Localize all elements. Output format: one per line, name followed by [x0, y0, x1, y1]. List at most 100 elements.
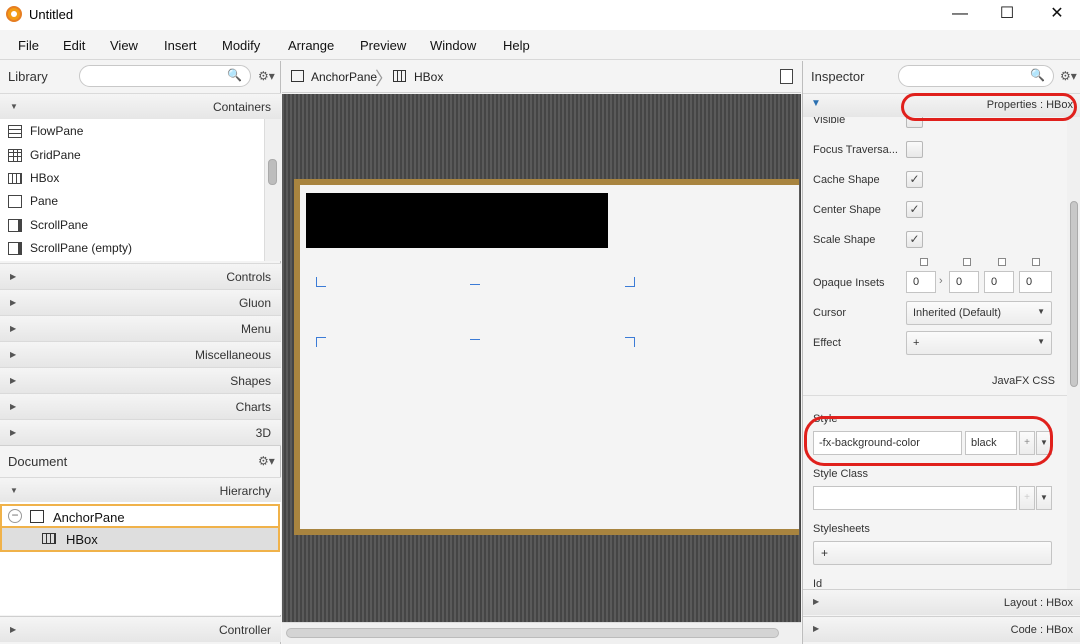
- menu-window[interactable]: Window: [430, 38, 476, 53]
- section-containers[interactable]: ▼ Containers: [0, 93, 281, 119]
- expand-triangle-icon: ▶: [10, 272, 17, 281]
- resize-handle[interactable]: [470, 277, 480, 285]
- inset-link-checkbox[interactable]: [998, 258, 1006, 266]
- menu-help[interactable]: Help: [503, 38, 530, 53]
- inspector-search-input[interactable]: 🔍: [898, 65, 1054, 87]
- style-value-field[interactable]: black: [965, 431, 1017, 455]
- document-icon[interactable]: [780, 69, 793, 84]
- cache-shape-checkbox[interactable]: ✓: [906, 171, 923, 188]
- section-hierarchy[interactable]: ▼ Hierarchy: [0, 477, 281, 503]
- effect-select[interactable]: + ▼: [906, 331, 1052, 355]
- document-title: Document: [8, 454, 68, 469]
- inset-right-field[interactable]: 0: [949, 271, 979, 293]
- menu-insert[interactable]: Insert: [164, 38, 197, 53]
- id-label: Id: [813, 578, 823, 589]
- inspector-title: Inspector: [811, 69, 865, 84]
- javafx-css-section-label: JavaFX CSS: [992, 375, 1055, 387]
- visible-checkbox[interactable]: [906, 117, 923, 128]
- minimize-button[interactable]: —: [937, 0, 983, 30]
- library-item-scrollpane[interactable]: ScrollPane: [8, 215, 258, 235]
- menu-edit[interactable]: Edit: [63, 38, 85, 53]
- cursor-label: Cursor: [813, 307, 847, 319]
- library-item-flowpane[interactable]: FlowPane: [8, 121, 258, 141]
- menu-preview[interactable]: Preview: [360, 38, 406, 53]
- breadcrumb-anchorpane[interactable]: AnchorPane: [311, 70, 377, 84]
- hierarchy-item-anchorpane[interactable]: − AnchorPane: [0, 504, 280, 528]
- library-item-label: ScrollPane (empty): [30, 241, 133, 255]
- section-properties[interactable]: ▼ Properties : HBox: [803, 93, 1080, 117]
- chevron-down-icon: ▼: [1037, 307, 1045, 316]
- collapse-icon[interactable]: −: [8, 509, 22, 523]
- section-code[interactable]: ▶ Code : HBox: [803, 616, 1080, 642]
- library-search-input[interactable]: 🔍: [79, 65, 251, 87]
- add-style-class-button[interactable]: +: [1019, 486, 1035, 510]
- inset-link-checkbox[interactable]: [920, 258, 928, 266]
- document-gear-icon[interactable]: ⚙▾: [258, 454, 275, 468]
- menu-file[interactable]: File: [18, 38, 39, 53]
- library-gear-icon[interactable]: ⚙▾: [258, 69, 275, 83]
- section-miscellaneous[interactable]: ▶ Miscellaneous: [0, 341, 281, 367]
- maximize-button[interactable]: ☐: [984, 0, 1030, 30]
- inset-link-checkbox[interactable]: [1032, 258, 1040, 266]
- resize-handle[interactable]: [625, 277, 635, 287]
- library-header: Library 🔍 ⚙▾: [0, 61, 281, 93]
- library-item-pane[interactable]: Pane: [8, 191, 258, 211]
- menu-view[interactable]: View: [110, 38, 138, 53]
- add-style-button[interactable]: +: [1019, 431, 1035, 455]
- title-bar: Untitled — ☐ ✕: [0, 0, 1080, 30]
- menu-modify[interactable]: Modify: [222, 38, 260, 53]
- section-gluon[interactable]: ▶ Gluon: [0, 289, 281, 315]
- inset-left-field[interactable]: 0: [1019, 271, 1052, 293]
- style-menu-chevron-icon[interactable]: ▼: [1036, 431, 1052, 455]
- stylesheets-label: Stylesheets: [813, 523, 870, 535]
- inspector-gear-icon[interactable]: ⚙▾: [1060, 69, 1077, 83]
- expand-triangle-icon: ▶: [10, 428, 17, 437]
- canvas-scroll-thumb[interactable]: [286, 628, 779, 638]
- hbox-node[interactable]: [306, 193, 608, 248]
- section-label: 3D: [255, 426, 271, 440]
- library-item-label: Pane: [30, 194, 59, 208]
- canvas-horizontal-scrollbar[interactable]: [282, 622, 801, 644]
- breadcrumb-hbox[interactable]: HBox: [414, 70, 443, 84]
- style-property-field[interactable]: -fx-background-color: [813, 431, 962, 455]
- section-controls[interactable]: ▶ Controls: [0, 263, 281, 289]
- section-shapes[interactable]: ▶ Shapes: [0, 367, 281, 393]
- resize-handle[interactable]: [625, 337, 635, 347]
- close-button[interactable]: ✕: [1034, 0, 1080, 30]
- inspector-scrollbar[interactable]: [1067, 117, 1080, 589]
- resize-handle[interactable]: [470, 339, 480, 347]
- section-controller[interactable]: ▶ Controller: [0, 616, 281, 642]
- inset-top-field[interactable]: 0: [906, 271, 936, 293]
- inset-link-checkbox[interactable]: [963, 258, 971, 266]
- cursor-select[interactable]: Inherited (Default) ▼: [906, 301, 1052, 325]
- section-3d[interactable]: ▶ 3D: [0, 419, 281, 445]
- add-stylesheet-button[interactable]: +: [813, 541, 1052, 565]
- scale-shape-checkbox[interactable]: ✓: [906, 231, 923, 248]
- library-item-label: HBox: [30, 171, 60, 185]
- library-item-scrollpane-empty[interactable]: ScrollPane (empty): [8, 238, 258, 258]
- inset-bottom-field[interactable]: 0: [984, 271, 1014, 293]
- section-charts[interactable]: ▶ Charts: [0, 393, 281, 419]
- library-item-label: ScrollPane: [30, 218, 89, 232]
- style-class-chevron-icon[interactable]: ▼: [1036, 486, 1052, 510]
- hierarchy-item-hbox[interactable]: HBox: [0, 528, 280, 552]
- menu-arrange[interactable]: Arrange: [288, 38, 334, 53]
- library-scroll-thumb[interactable]: [268, 159, 277, 185]
- inspector-scroll-thumb[interactable]: [1070, 201, 1078, 387]
- section-layout[interactable]: ▶ Layout : HBox: [803, 589, 1080, 615]
- library-item-gridpane[interactable]: GridPane: [8, 145, 258, 165]
- scene-builder-app-icon: [6, 6, 22, 22]
- resize-handle[interactable]: [316, 277, 326, 287]
- visible-label: Visible: [813, 117, 846, 126]
- style-class-field[interactable]: [813, 486, 1017, 510]
- section-hierarchy-label: Hierarchy: [219, 484, 271, 498]
- resize-handle[interactable]: [316, 337, 326, 347]
- center-shape-checkbox[interactable]: ✓: [906, 201, 923, 218]
- focus-traversable-checkbox[interactable]: [906, 141, 923, 158]
- design-canvas[interactable]: [282, 94, 801, 622]
- library-item-hbox[interactable]: HBox: [8, 168, 258, 188]
- anchorpane-icon: [291, 70, 304, 82]
- expand-triangle-icon: ▶: [813, 624, 820, 633]
- library-scrollbar[interactable]: [265, 119, 281, 261]
- section-menu[interactable]: ▶ Menu: [0, 315, 281, 341]
